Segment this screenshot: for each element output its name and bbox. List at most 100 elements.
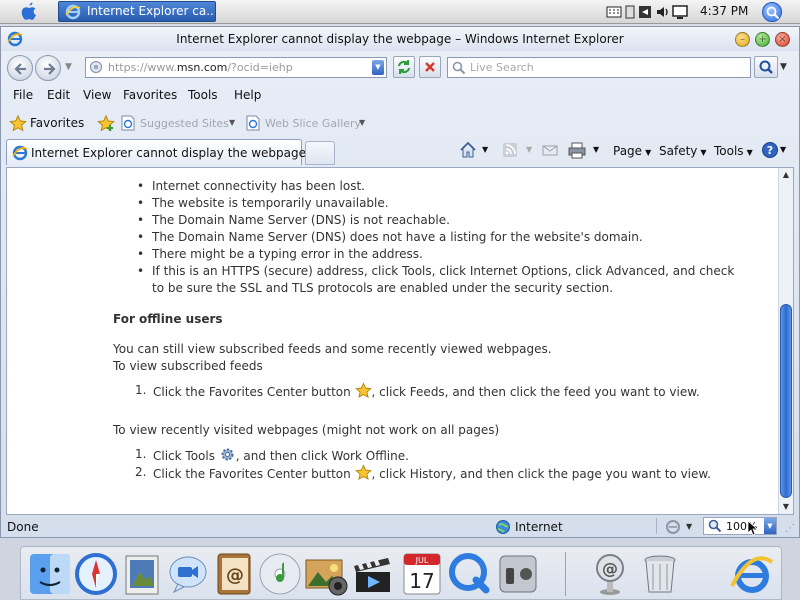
search-placeholder: Live Search <box>470 61 534 74</box>
quicktime-icon[interactable] <box>446 550 494 598</box>
list-item: 2. Click the Favorites Center button , cl… <box>135 464 711 481</box>
back-button[interactable] <box>7 55 33 81</box>
page-icon <box>246 115 260 131</box>
ical-icon[interactable]: JUL 17 <box>398 550 446 598</box>
ie-task-button[interactable]: Internet Explorer ca... <box>58 1 216 22</box>
sync-icon[interactable] <box>638 4 652 20</box>
page-content: Internet connectivity has been lost. The… <box>6 167 794 515</box>
forward-button[interactable] <box>35 55 61 81</box>
itunes-icon[interactable] <box>256 550 304 598</box>
web-slice-gallery-arrow-icon[interactable]: ▼ <box>359 118 365 127</box>
page-menu-button[interactable]: Page ▼ <box>613 144 651 158</box>
status-text: Done <box>7 520 39 534</box>
safety-menu-button[interactable]: Safety ▼ <box>659 144 707 158</box>
iphoto-icon[interactable] <box>302 550 350 598</box>
help-arrow-icon[interactable]: ▼ <box>780 145 786 154</box>
address-bar[interactable]: https://www.msn.com/?ocid=iehp ▼ <box>85 57 387 78</box>
menu-tools[interactable]: Tools <box>188 88 218 102</box>
trash-icon[interactable] <box>636 550 684 598</box>
favorites-center-star-icon <box>354 382 372 398</box>
offline-heading: For offline users <box>113 312 223 326</box>
menubar-clock[interactable]: 4:37 PM <box>700 4 748 18</box>
menu-help[interactable]: Help <box>234 88 261 102</box>
keyboard-icon[interactable] <box>606 4 622 20</box>
close-button[interactable]: × <box>775 32 790 47</box>
mail-icon[interactable]: @ <box>586 550 634 598</box>
svg-text:17: 17 <box>409 569 434 593</box>
volume-icon[interactable] <box>655 4 671 20</box>
safari-icon[interactable] <box>72 550 120 598</box>
internet-explorer-icon[interactable] <box>728 550 776 598</box>
new-tab-button[interactable] <box>305 141 335 165</box>
window-title: Internet Explorer cannot display the web… <box>176 32 624 46</box>
menu-file[interactable]: File <box>13 88 33 102</box>
list-item: 1. Click the Favorites Center button , cl… <box>135 382 700 399</box>
menu-favorites[interactable]: Favorites <box>123 88 177 102</box>
scroll-down-arrow-icon[interactable]: ▼ <box>779 500 793 514</box>
tab-current[interactable]: Internet Explorer cannot display the web… <box>6 139 306 165</box>
vertical-scrollbar[interactable]: ▲ ▼ <box>778 168 793 514</box>
favorites-bar: Favorites Suggested Sites ▼ Web Slice Ga… <box>1 109 799 137</box>
finder-icon[interactable] <box>26 550 74 598</box>
print-icon[interactable] <box>567 141 587 159</box>
search-options-arrow-icon[interactable]: ▼ <box>780 62 787 72</box>
web-slice-gallery-link[interactable]: Web Slice Gallery <box>265 117 361 130</box>
protected-mode-arrow-icon[interactable]: ▼ <box>686 522 692 531</box>
internet-zone-globe-icon <box>496 520 510 534</box>
home-arrow-icon[interactable]: ▼ <box>482 145 488 154</box>
feeds-steps-list: 1. Click the Favorites Center button , cl… <box>135 382 700 400</box>
recent-pages-arrow-icon[interactable]: ▼ <box>65 62 72 72</box>
favorites-star-icon[interactable] <box>9 115 27 132</box>
search-go-button[interactable] <box>754 56 778 78</box>
system-preferences-icon[interactable] <box>494 550 542 598</box>
spotlight-icon[interactable] <box>762 2 782 22</box>
causes-list: Internet connectivity has been lost. The… <box>137 178 747 297</box>
refresh-icon <box>398 60 410 74</box>
menu-edit[interactable]: Edit <box>47 88 70 102</box>
mac-menubar: Internet Explorer ca... 4:37 PM <box>0 0 800 24</box>
zoom-control[interactable]: 100% ▼ <box>703 517 777 535</box>
zoom-dropdown-button[interactable]: ▼ <box>764 518 776 534</box>
menu-view[interactable]: View <box>83 88 111 102</box>
feeds-arrow-icon[interactable]: ▼ <box>526 145 532 154</box>
minimize-button[interactable]: – <box>735 32 750 47</box>
preview-icon[interactable] <box>118 550 166 598</box>
svg-text:@: @ <box>226 565 244 586</box>
maximize-button[interactable]: + <box>755 32 770 47</box>
scroll-up-arrow-icon[interactable]: ▲ <box>779 168 793 182</box>
window-titlebar[interactable]: Internet Explorer cannot display the web… <box>1 27 799 51</box>
protected-mode-icon[interactable] <box>665 519 683 535</box>
security-zone-label[interactable]: Internet <box>515 520 563 534</box>
apple-menu-icon[interactable] <box>20 2 38 22</box>
zoom-magnifier-icon <box>708 519 722 533</box>
scroll-thumb[interactable] <box>780 304 792 498</box>
home-icon[interactable] <box>459 141 477 159</box>
search-icon <box>759 60 773 74</box>
address-dropdown-button[interactable]: ▼ <box>372 60 384 75</box>
read-mail-icon[interactable] <box>541 141 559 159</box>
suggested-sites-link[interactable]: Suggested Sites <box>140 117 229 130</box>
imovie-icon[interactable] <box>348 550 396 598</box>
print-arrow-icon[interactable]: ▼ <box>593 145 599 154</box>
ichat-icon[interactable] <box>164 550 212 598</box>
ie-window: Internet Explorer cannot display the web… <box>0 26 800 538</box>
help-icon[interactable]: ? <box>761 141 779 159</box>
tools-menu-button[interactable]: Tools ▼ <box>714 144 753 158</box>
list-item: The website is temporarily unavailable. <box>137 195 747 212</box>
svg-text:JUL: JUL <box>415 556 429 565</box>
address-book-icon[interactable]: @ <box>210 550 258 598</box>
offline-paragraph: You can still view subscribed feeds and … <box>113 342 552 356</box>
recent-steps-list: 1. Click Tools , and then click Work Offl… <box>135 446 711 482</box>
fast-user-icon[interactable] <box>624 4 636 20</box>
favorites-button[interactable]: Favorites <box>30 116 84 130</box>
display-icon[interactable] <box>672 4 688 20</box>
feeds-icon[interactable] <box>501 141 519 159</box>
refresh-button[interactable] <box>393 56 415 78</box>
list-item: 1. Click Tools , and then click Work Offl… <box>135 447 409 463</box>
add-to-favorites-icon[interactable] <box>97 115 115 132</box>
search-box[interactable]: Live Search <box>447 57 751 78</box>
stop-button[interactable] <box>419 56 441 78</box>
resize-grip-icon[interactable]: ⋰ <box>785 523 795 534</box>
suggested-sites-arrow-icon[interactable]: ▼ <box>229 118 235 127</box>
back-arrow-icon <box>14 63 26 75</box>
